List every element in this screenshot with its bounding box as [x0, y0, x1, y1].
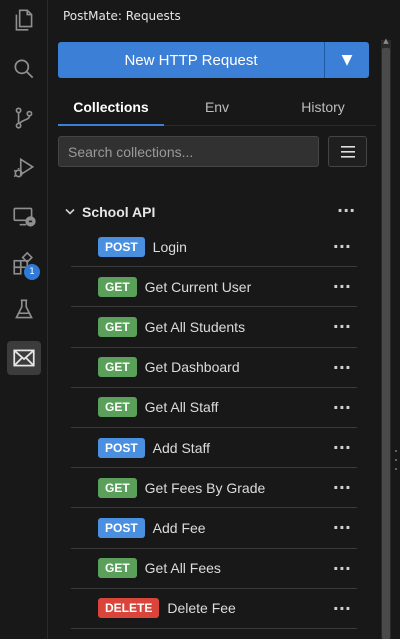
source-control-icon: [15, 107, 33, 129]
request-more-button[interactable]: ···: [333, 237, 351, 256]
remote-explorer-button[interactable]: [0, 196, 48, 236]
run-debug-icon: [13, 157, 35, 178]
method-badge-delete: DELETE: [98, 598, 160, 619]
tab-collections[interactable]: Collections: [58, 88, 164, 126]
collection-more-button[interactable]: ···: [337, 201, 355, 220]
method-badge-post: POST: [98, 517, 145, 538]
method-badge-get: GET: [98, 276, 137, 297]
request-row[interactable]: GET Get Fees By Grade ···: [71, 468, 357, 509]
request-row[interactable]: GET Get All Staff ···: [71, 388, 357, 428]
request-name: Get All Students: [144, 318, 246, 335]
resize-grip-icon[interactable]: [394, 450, 398, 470]
request-name: Add Staff: [152, 439, 211, 456]
chevron-down-icon: ▼: [341, 52, 353, 68]
method-badge-get: GET: [98, 357, 137, 378]
source-control-button[interactable]: [0, 98, 48, 138]
request-row[interactable]: POST Login ···: [71, 227, 357, 268]
request-more-button[interactable]: ···: [333, 518, 351, 537]
tab-history[interactable]: History: [270, 88, 376, 125]
search-button[interactable]: [0, 49, 48, 89]
tab-env[interactable]: Env: [164, 88, 270, 125]
search-icon: [14, 59, 34, 79]
method-badge-post: POST: [98, 236, 145, 257]
new-request-button[interactable]: New HTTP Request: [58, 42, 324, 78]
request-name: Delete Fee: [167, 600, 236, 617]
method-badge-post: POST: [98, 437, 145, 458]
panel-title: PostMate: Requests: [63, 9, 181, 23]
request-more-button[interactable]: ···: [333, 438, 351, 457]
menu-button[interactable]: [328, 136, 367, 167]
method-badge-get: GET: [98, 477, 137, 498]
run-debug-button[interactable]: [0, 148, 48, 188]
testing-button[interactable]: [0, 290, 48, 330]
request-list: POST Login ··· GET Get Current User ··· GET Get…: [71, 227, 357, 629]
scroll-up-arrow-icon[interactable]: ▲: [381, 36, 391, 46]
new-request-dropdown-button[interactable]: ▼: [325, 42, 369, 78]
request-more-button[interactable]: ···: [333, 277, 351, 296]
postmate-button[interactable]: [0, 338, 48, 378]
request-name: Get All Fees: [144, 560, 221, 577]
request-row[interactable]: GET Get Current User ···: [71, 267, 357, 308]
request-row[interactable]: GET Get All Fees ···: [71, 549, 357, 589]
request-row[interactable]: GET Get All Students ···: [71, 307, 357, 348]
explorer-button[interactable]: [0, 0, 48, 40]
request-more-button[interactable]: ···: [333, 317, 351, 336]
request-more-button[interactable]: ···: [333, 358, 351, 377]
hamburger-menu-icon: [340, 145, 355, 158]
collection-header[interactable]: School API ···: [58, 198, 358, 226]
method-badge-get: GET: [98, 558, 137, 579]
request-row[interactable]: POST Add Fee ···: [71, 508, 357, 549]
request-name: Login: [152, 238, 187, 255]
request-name: Get Fees By Grade: [144, 479, 266, 496]
request-name: Get Current User: [144, 278, 252, 295]
testing-flask-icon: [15, 299, 33, 319]
activity-bar: 1: [0, 0, 48, 639]
scrollbar-thumb[interactable]: [382, 48, 390, 639]
method-badge-get: GET: [98, 316, 137, 337]
request-row[interactable]: DELETE Delete Fee ···: [71, 589, 357, 629]
request-name: Add Fee: [152, 519, 206, 536]
collection-name: School API: [82, 204, 156, 220]
request-name: Get Dashboard: [144, 359, 240, 376]
remote-explorer-icon: [13, 207, 36, 227]
extensions-button[interactable]: 1: [0, 244, 48, 284]
request-more-button[interactable]: ···: [333, 559, 351, 578]
request-more-button[interactable]: ···: [333, 398, 351, 417]
tab-bar: Collections Env History: [58, 88, 376, 126]
new-request-split-button: New HTTP Request ▼: [58, 42, 369, 78]
postmate-mail-icon: [13, 349, 35, 367]
extensions-badge: 1: [24, 264, 40, 280]
request-row[interactable]: POST Add Staff ···: [71, 428, 357, 469]
search-collections-input[interactable]: [58, 136, 319, 167]
request-more-button[interactable]: ···: [333, 478, 351, 497]
postmate-panel: PostMate: Requests New HTTP Request ▼ Co…: [49, 0, 392, 639]
chevron-down-icon[interactable]: [62, 208, 78, 216]
request-name: Get All Staff: [144, 399, 219, 416]
request-row[interactable]: GET Get Dashboard ···: [71, 348, 357, 388]
files-icon: [15, 9, 33, 31]
method-badge-get: GET: [98, 397, 137, 418]
request-more-button[interactable]: ···: [333, 599, 351, 618]
